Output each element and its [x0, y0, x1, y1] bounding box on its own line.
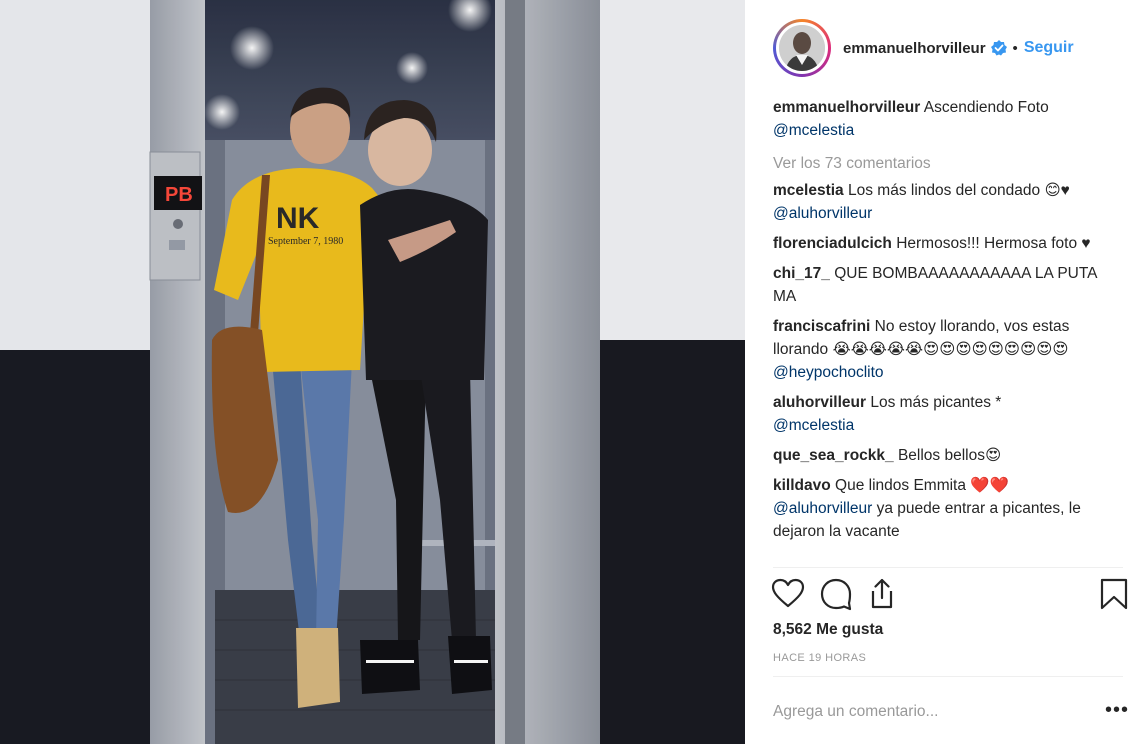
comment-item: franciscafrini No estoy llorando, vos es…: [773, 315, 1123, 384]
post-photo[interactable]: PB NK September 7, 1980: [0, 0, 745, 744]
share-icon[interactable]: [865, 577, 899, 611]
comment-username[interactable]: killdavo: [773, 477, 831, 494]
comment-item: que_sea_rockk_ Bellos bellos😍: [773, 444, 1123, 467]
comment-text: Los más lindos del condado 😊♥: [847, 182, 1070, 199]
comment-text: Que lindos Emmita ❤️❤️: [835, 477, 1009, 494]
comment-text: Los más picantes *: [870, 394, 1002, 411]
more-options-button[interactable]: •••: [1105, 700, 1129, 720]
comment-username[interactable]: mcelestia: [773, 182, 844, 199]
post-timestamp[interactable]: HACE 19 HORAS: [773, 652, 866, 664]
comment-mention[interactable]: @aluhorvilleur: [773, 500, 872, 517]
caption-username[interactable]: emmanuelhorvilleur: [773, 99, 920, 116]
likes-count[interactable]: 8,562 Me gusta: [773, 621, 883, 639]
action-bar: [771, 575, 1128, 615]
comment-username[interactable]: que_sea_rockk_: [773, 447, 894, 464]
instagram-post: PB NK September 7, 1980 emmanuelhorville…: [0, 0, 1140, 744]
comment-bubble-icon[interactable]: [819, 577, 853, 611]
comment-username[interactable]: franciscafrini: [773, 318, 870, 335]
divider: [773, 676, 1123, 677]
comment-mention[interactable]: @heypochoclito: [773, 364, 884, 381]
author-avatar-ring[interactable]: [773, 19, 831, 77]
author-avatar[interactable]: [776, 22, 828, 74]
comment-username[interactable]: aluhorvilleur: [773, 394, 866, 411]
verified-badge-icon: [990, 40, 1007, 56]
comment-username[interactable]: florenciadulcich: [773, 235, 892, 252]
divider: [773, 567, 1123, 568]
heart-icon[interactable]: [771, 577, 805, 611]
comment-mention[interactable]: @aluhorvilleur: [773, 205, 872, 222]
comment-text: Hermosos!!! Hermosa foto ♥: [896, 235, 1091, 252]
comment-mention[interactable]: @mcelestia: [773, 417, 854, 434]
comment-item: chi_17_ QUE BOMBAAAAAAAAAAA LA PUTA MA: [773, 262, 1123, 308]
header-separator: •: [1012, 39, 1018, 57]
add-comment-input[interactable]: [773, 700, 1083, 724]
post-sidebar: emmanuelhorvilleur • Seguir emmanuelhorv…: [745, 0, 1140, 744]
caption-text: Ascendiendo Foto: [923, 99, 1049, 116]
author-username[interactable]: emmanuelhorvilleur: [843, 40, 986, 57]
caption-mention[interactable]: @mcelestia: [773, 122, 854, 139]
view-all-comments-link[interactable]: Ver los 73 comentarios: [773, 152, 1123, 175]
bookmark-icon[interactable]: [1097, 577, 1131, 611]
avatar-image: [779, 25, 825, 71]
comment-item: killdavo Que lindos Emmita ❤️❤️ @aluhorv…: [773, 474, 1123, 543]
comment-username[interactable]: chi_17_: [773, 265, 830, 282]
comment-item: mcelestia Los más lindos del condado 😊♥ …: [773, 179, 1123, 225]
comment-item: florenciadulcich Hermosos!!! Hermosa fot…: [773, 232, 1123, 255]
post-header: emmanuelhorvilleur • Seguir: [745, 0, 1140, 96]
comments-list: emmanuelhorvilleur Ascendiendo Foto @mce…: [773, 96, 1123, 550]
elevator-photo: PB NK September 7, 1980: [0, 0, 745, 744]
follow-button[interactable]: Seguir: [1024, 39, 1074, 57]
post-caption: emmanuelhorvilleur Ascendiendo Foto @mce…: [773, 96, 1123, 142]
comment-item: aluhorvilleur Los más picantes * @mceles…: [773, 391, 1123, 437]
comment-text: Bellos bellos😍: [897, 447, 1002, 464]
